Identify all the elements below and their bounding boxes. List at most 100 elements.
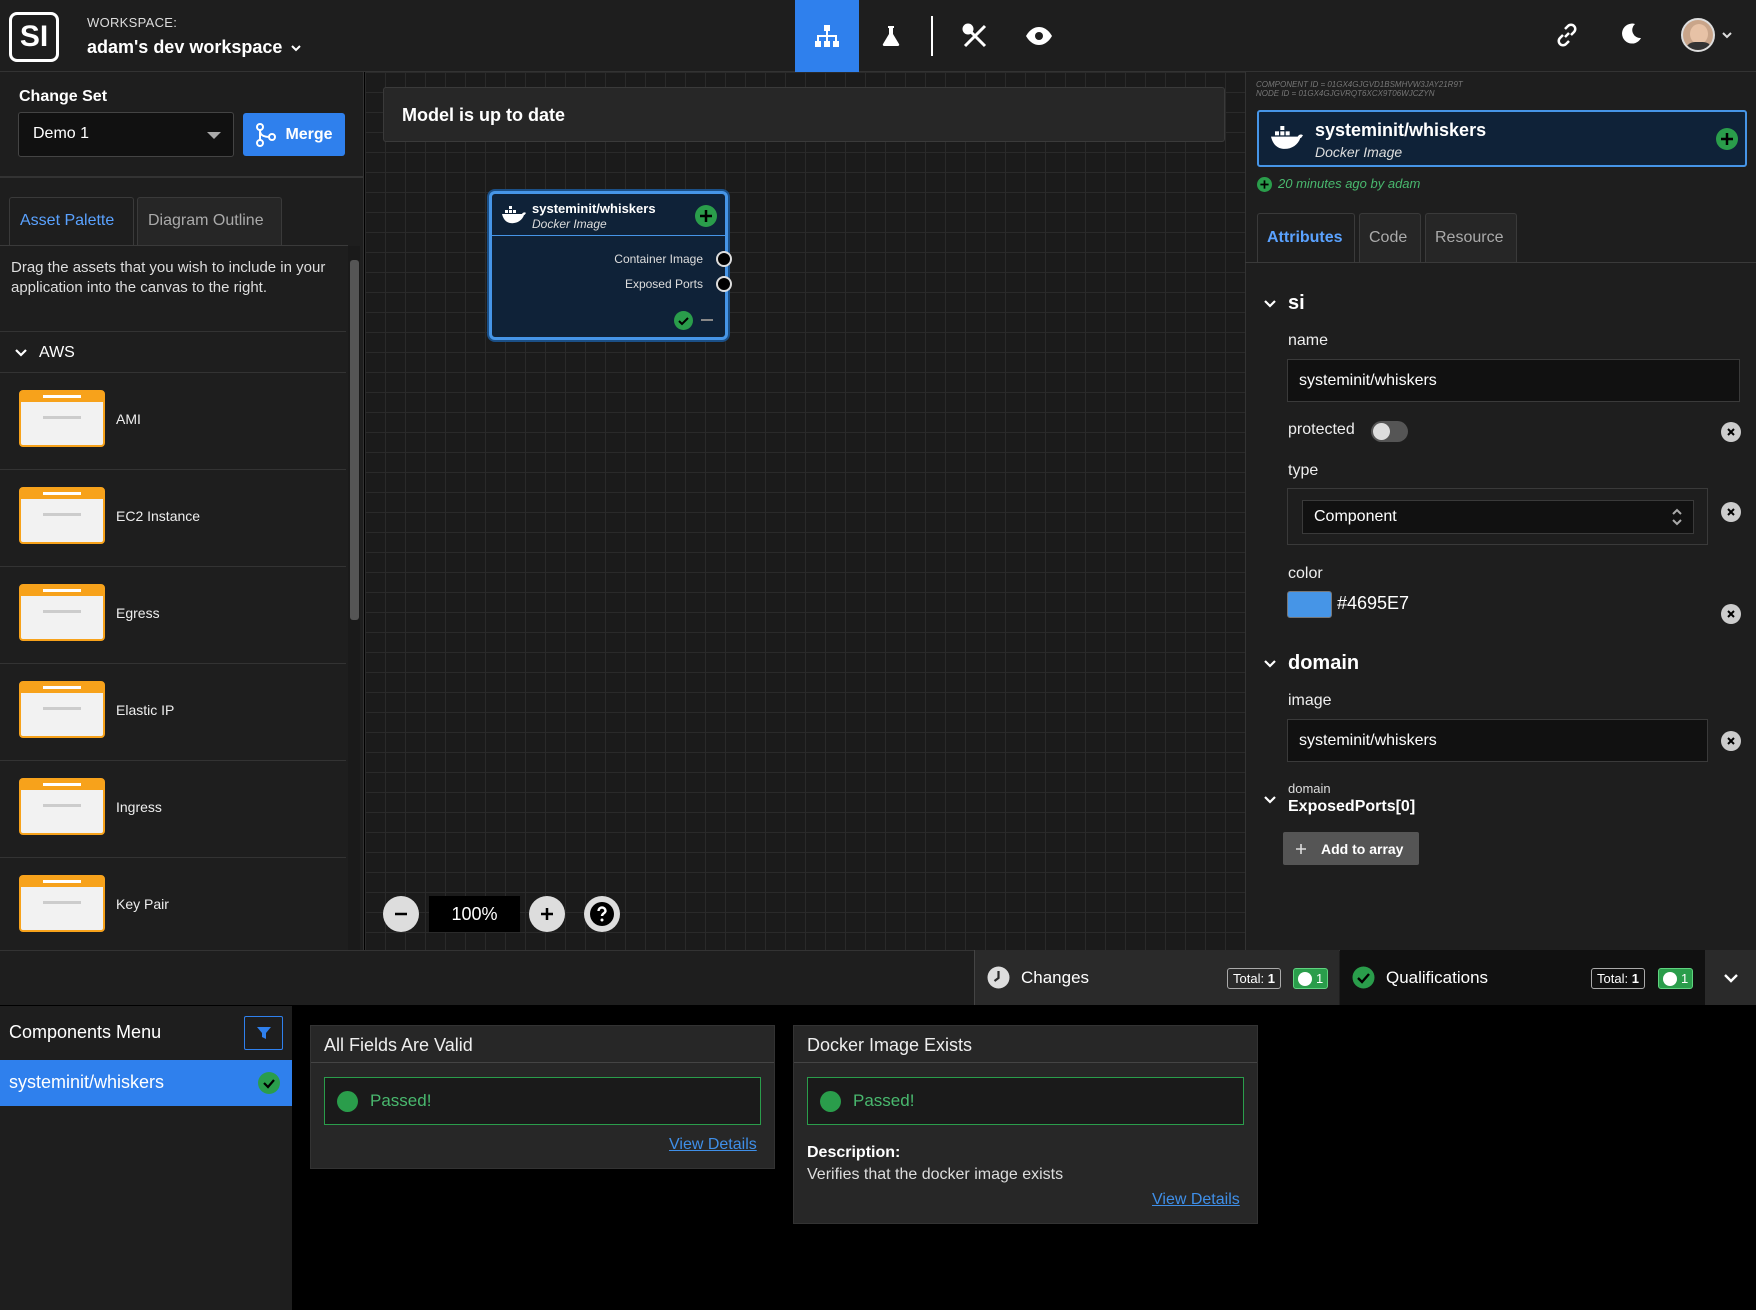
- qualification-card: Docker Image Exists Passed! Description:…: [793, 1025, 1258, 1224]
- socket-container-image[interactable]: [716, 251, 732, 267]
- model-status: Model is up to date: [383, 87, 1225, 142]
- asset-label: Egress: [116, 605, 160, 621]
- docker-icon: [1271, 126, 1303, 149]
- protected-label: protected: [1288, 421, 1355, 438]
- clear-icon[interactable]: [1721, 502, 1741, 522]
- qualification-description: Verifies that the docker image exists: [807, 1166, 1064, 1183]
- asset-item[interactable]: Elastic IP: [0, 664, 346, 761]
- zoom-level: 100%: [429, 896, 520, 932]
- clear-icon[interactable]: [1721, 422, 1741, 442]
- tab-attributes[interactable]: Attributes: [1257, 213, 1355, 263]
- avatar: [1681, 18, 1715, 52]
- diagram-node[interactable]: systeminit/whiskers Docker Image Contain…: [489, 191, 732, 340]
- components-menu: [0, 1006, 292, 1310]
- node-title: systeminit/whiskers: [532, 201, 656, 216]
- tab-diagram-outline[interactable]: Diagram Outline: [137, 197, 282, 246]
- filter-button[interactable]: [244, 1016, 283, 1050]
- select-arrows-icon: [1672, 508, 1682, 526]
- tab-qualifications[interactable]: Qualifications Total: 1 1: [1340, 950, 1705, 1005]
- help-button[interactable]: [584, 896, 620, 932]
- section-domain: domain: [1288, 652, 1360, 674]
- asset-icon: [19, 390, 105, 447]
- image-label: image: [1288, 692, 1332, 709]
- name-field[interactable]: systeminit/whiskers: [1287, 359, 1740, 402]
- check-circle-icon: [1352, 966, 1375, 989]
- model-mode-button[interactable]: [795, 0, 859, 72]
- add-circle-icon: [1257, 177, 1272, 192]
- chevron-down-icon[interactable]: [1263, 793, 1277, 807]
- protected-toggle[interactable]: [1371, 421, 1408, 442]
- type-value: Component: [1314, 508, 1397, 525]
- color-value[interactable]: #4695E7: [1337, 593, 1409, 614]
- asset-item[interactable]: Ingress: [0, 761, 346, 858]
- add-circle-icon: [695, 205, 717, 227]
- asset-icon: [19, 875, 105, 932]
- chevron-down-icon: [1722, 32, 1732, 39]
- runtime-mode-button[interactable]: [943, 0, 1007, 72]
- asset-icon: [19, 778, 105, 835]
- tab-asset-palette[interactable]: Asset Palette: [9, 197, 134, 246]
- tab-changes[interactable]: Changes Total: 1 1: [974, 950, 1339, 1005]
- workspace-selector[interactable]: adam's dev workspace: [87, 37, 302, 58]
- caret-down-icon: [207, 132, 221, 139]
- asset-item[interactable]: Egress: [0, 567, 346, 664]
- check-circle-icon: [258, 1072, 280, 1094]
- lab-mode-button[interactable]: [859, 0, 923, 72]
- description-label: Description:: [807, 1144, 901, 1161]
- qual-total-badge: Total: 1: [1591, 968, 1645, 989]
- collapse-panel-button[interactable]: [1705, 950, 1756, 1005]
- link-icon[interactable]: [1554, 22, 1580, 53]
- asset-item[interactable]: AMI: [0, 373, 346, 470]
- view-details-link[interactable]: View Details: [1152, 1191, 1240, 1209]
- change-set-select[interactable]: Demo 1: [18, 112, 234, 157]
- divider: [0, 245, 348, 246]
- user-menu[interactable]: [1681, 18, 1733, 52]
- filter-icon: [256, 1027, 271, 1039]
- workspace-name: adam's dev workspace: [87, 37, 283, 57]
- nav-divider: [931, 16, 933, 56]
- chevron-down-icon[interactable]: [1263, 297, 1277, 311]
- merge-label: Merge: [285, 125, 333, 143]
- chevron-down-icon: [15, 349, 27, 357]
- component-title: systeminit/whiskers: [1315, 120, 1487, 140]
- clear-icon[interactable]: [1721, 731, 1741, 751]
- minus-icon: [395, 912, 407, 916]
- array-parent-label: domain: [1288, 781, 1331, 796]
- clear-icon[interactable]: [1721, 604, 1741, 624]
- add-to-array-button[interactable]: Add to array: [1283, 832, 1419, 865]
- git-merge-icon: [256, 122, 277, 147]
- qual-passed-badge: 1: [1658, 968, 1694, 989]
- qualification-title: All Fields Are Valid: [311, 1026, 774, 1063]
- view-mode-button[interactable]: [1007, 0, 1071, 72]
- chevron-down-icon[interactable]: [1263, 657, 1277, 671]
- component-header-card: systeminit/whiskers Docker Image: [1257, 110, 1747, 167]
- moon-icon[interactable]: [1619, 22, 1643, 51]
- asset-group-aws[interactable]: AWS: [0, 331, 346, 373]
- clock-icon: [987, 966, 1010, 989]
- type-select[interactable]: Component: [1302, 500, 1694, 534]
- si-logo[interactable]: SI: [9, 12, 59, 62]
- component-item-label: systeminit/whiskers: [9, 1072, 165, 1092]
- qualification-status: Passed!: [807, 1077, 1244, 1125]
- color-swatch[interactable]: [1287, 591, 1332, 618]
- asset-item[interactable]: EC2 Instance: [0, 470, 346, 567]
- asset-label: Key Pair: [116, 896, 169, 912]
- scrollbar-thumb[interactable]: [350, 260, 359, 620]
- chevron-down-icon: [1723, 973, 1738, 983]
- type-label: type: [1288, 462, 1319, 479]
- zoom-out-button[interactable]: [383, 896, 419, 932]
- components-menu-item[interactable]: systeminit/whiskers: [0, 1060, 292, 1106]
- image-field[interactable]: systeminit/whiskers: [1287, 719, 1708, 762]
- change-set-label: Change Set: [19, 88, 108, 105]
- changes-label: Changes: [1021, 968, 1090, 987]
- socket-exposed-ports[interactable]: [716, 276, 732, 292]
- tab-resource[interactable]: Resource: [1425, 213, 1517, 263]
- qualifications-label: Qualifications: [1386, 968, 1489, 987]
- zoom-in-button[interactable]: [529, 896, 565, 932]
- asset-icon: [19, 487, 105, 544]
- merge-button[interactable]: Merge: [243, 113, 345, 156]
- asset-item[interactable]: Key Pair: [0, 858, 346, 950]
- change-set-value: Demo 1: [33, 125, 90, 142]
- tab-code[interactable]: Code: [1359, 213, 1421, 263]
- view-details-link[interactable]: View Details: [669, 1136, 757, 1154]
